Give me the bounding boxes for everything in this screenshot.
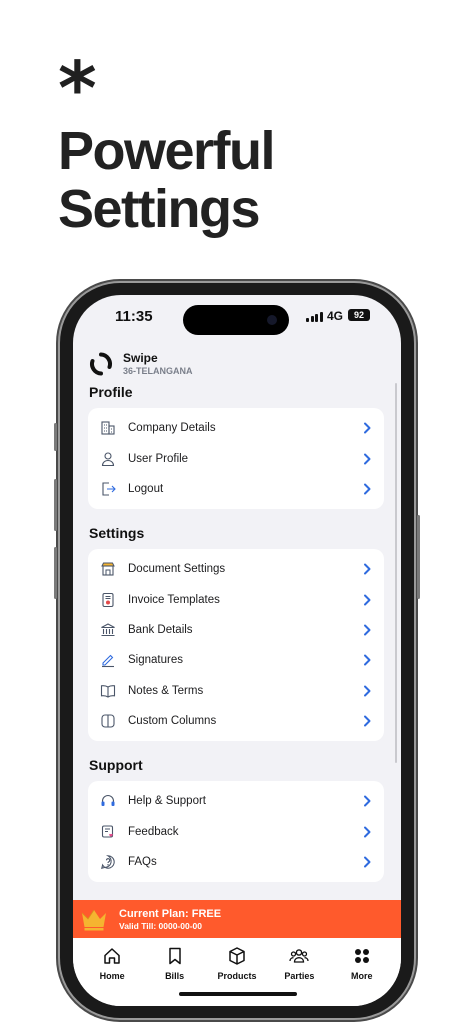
chevron-right-icon — [364, 795, 371, 807]
chevron-right-icon — [364, 483, 371, 495]
power-button — [417, 515, 420, 599]
menu-item-logout[interactable]: Logout — [88, 474, 384, 504]
chevron-right-icon — [364, 654, 371, 666]
columns-icon — [101, 714, 115, 728]
current-plan-banner[interactable]: Current Plan: FREE Valid Till: 0000-00-0… — [73, 900, 401, 938]
chevron-right-icon — [364, 422, 371, 434]
hero-line-2: Settings — [58, 179, 261, 239]
hero-asterisk: * — [58, 46, 97, 132]
swipe-logo-icon — [90, 352, 112, 375]
question-icon — [101, 855, 115, 869]
building-icon — [101, 421, 115, 435]
phone-frame: 11:35 4G 92 Swipe 36-TELANGANA Profile C… — [54, 283, 420, 1018]
home-indicator[interactable] — [179, 992, 297, 996]
chevron-right-icon — [364, 453, 371, 465]
crown-icon — [81, 909, 106, 931]
tab-label: Bills — [165, 971, 185, 981]
tab-home[interactable]: Home — [84, 946, 140, 1006]
bottom-tab-bar: Home Bills Products Parties More — [73, 938, 401, 1006]
menu-item-label: FAQs — [128, 855, 157, 868]
logout-icon — [102, 482, 116, 496]
menu-item-label: User Profile — [128, 452, 189, 465]
menu-item-company-details[interactable]: Company Details — [88, 413, 384, 443]
scrollbar[interactable] — [395, 383, 397, 763]
bookmark-icon — [168, 947, 181, 965]
volume-down-button — [54, 547, 57, 599]
hero-headline: Powerful Settings — [58, 121, 276, 239]
menu-item-faqs[interactable]: FAQs — [88, 847, 384, 877]
users-icon — [289, 949, 310, 963]
menu-item-notes-terms[interactable]: Notes & Terms — [88, 676, 384, 706]
menu-item-label: Company Details — [128, 422, 216, 435]
user-icon — [101, 452, 115, 466]
tab-products[interactable]: Products — [209, 946, 265, 1006]
menu-item-document-settings[interactable]: Document Settings — [88, 554, 384, 584]
book-icon — [100, 684, 116, 698]
tab-parties[interactable]: Parties — [271, 946, 327, 1006]
menu-item-invoice-templates[interactable]: Invoice Templates — [88, 584, 384, 614]
menu-item-signatures[interactable]: Signatures — [88, 645, 384, 675]
menu-item-label: Custom Columns — [128, 715, 217, 728]
tab-bills[interactable]: Bills — [147, 946, 203, 1006]
menu-item-feedback[interactable]: Feedback — [88, 816, 384, 846]
section-title-profile: Profile — [89, 384, 133, 400]
grid-icon — [354, 949, 369, 963]
home-icon — [104, 948, 120, 964]
headset-icon — [101, 795, 115, 807]
tab-label: More — [350, 971, 373, 981]
menu-item-label: Invoice Templates — [128, 593, 220, 606]
shop-icon — [101, 562, 115, 576]
chevron-right-icon — [364, 563, 371, 575]
volume-up-button — [54, 479, 57, 531]
company-name: Swipe — [123, 351, 158, 365]
menu-item-label: Notes & Terms — [128, 684, 204, 697]
company-switcher[interactable]: Swipe 36-TELANGANA — [89, 351, 193, 376]
profile-card: Company Details User Profile Logout — [88, 408, 384, 509]
menu-item-label: Bank Details — [128, 623, 193, 636]
battery-icon: 92 — [348, 309, 370, 321]
menu-item-label: Logout — [128, 482, 164, 495]
signal-icon — [306, 312, 323, 322]
support-card: Help & Support Feedback FAQs — [88, 781, 384, 882]
chevron-right-icon — [364, 826, 371, 838]
plan-valid-till: Valid Till: 0000-00-00 — [119, 920, 202, 931]
menu-item-label: Signatures — [128, 654, 183, 667]
tab-more[interactable]: More — [334, 946, 390, 1006]
settings-card: Document Settings Invoice Templates Bank… — [88, 549, 384, 741]
section-title-settings: Settings — [89, 525, 145, 541]
section-title-support: Support — [89, 757, 143, 773]
menu-item-help-support[interactable]: Help & Support — [88, 786, 384, 816]
chevron-right-icon — [364, 856, 371, 868]
chevron-right-icon — [364, 715, 371, 727]
plan-title: Current Plan: FREE — [119, 907, 222, 920]
chevron-right-icon — [364, 594, 371, 606]
pen-icon — [102, 655, 114, 668]
menu-item-custom-columns[interactable]: Custom Columns — [88, 706, 384, 736]
bank-icon — [101, 623, 115, 637]
status-time: 11:35 — [115, 308, 153, 325]
chevron-right-icon — [364, 685, 371, 697]
menu-item-label: Feedback — [128, 825, 179, 838]
template-icon — [102, 592, 114, 607]
camera-icon — [267, 315, 277, 325]
mute-switch — [54, 423, 57, 451]
menu-item-label: Help & Support — [128, 795, 206, 808]
network-type: 4G — [327, 309, 344, 323]
chevron-right-icon — [364, 624, 371, 636]
feedback-icon — [101, 825, 114, 838]
menu-item-bank-details[interactable]: Bank Details — [88, 615, 384, 645]
hero-line-1: Powerful — [58, 121, 276, 181]
menu-item-label: Document Settings — [128, 563, 226, 576]
box-icon — [229, 947, 245, 965]
status-bar: 11:35 4G 92 — [73, 295, 401, 343]
menu-item-user-profile[interactable]: User Profile — [88, 443, 384, 473]
company-state: 36-TELANGANA — [123, 366, 193, 376]
dynamic-island — [183, 305, 289, 335]
phone-screen: 11:35 4G 92 Swipe 36-TELANGANA Profile C… — [73, 295, 401, 1006]
tab-label: Parties — [284, 971, 315, 981]
tab-label: Products — [217, 971, 257, 981]
tab-label: Home — [99, 971, 125, 981]
